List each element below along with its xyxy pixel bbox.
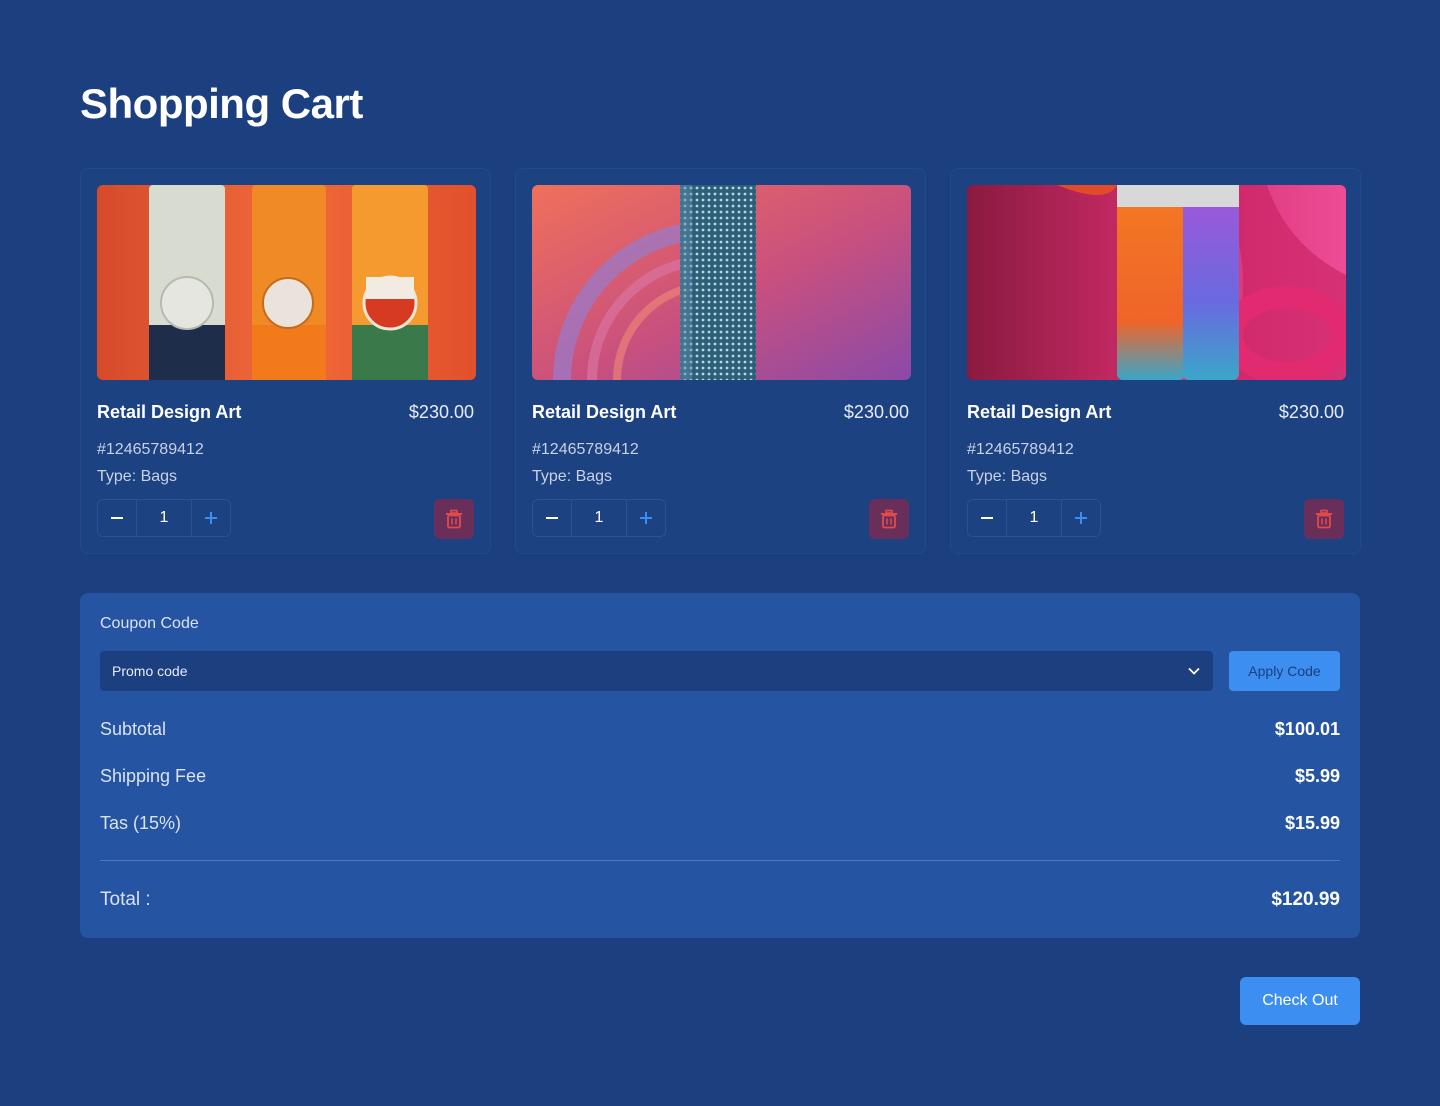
decrease-quantity-button[interactable] [968, 500, 1006, 536]
quantity-stepper: 1 [967, 499, 1101, 537]
product-price: $230.00 [408, 402, 474, 422]
quantity-value[interactable]: 1 [571, 500, 627, 536]
trash-icon [1316, 509, 1332, 529]
product-name: Retail Design Art [532, 402, 677, 422]
subtotal-label: Subtotal [100, 719, 167, 739]
trash-icon [881, 509, 897, 529]
quantity-stepper: 1 [532, 499, 666, 537]
cart-item-card: Retail Design Art $230.00 #12465789412 T… [515, 168, 926, 554]
product-price: $230.00 [1278, 402, 1344, 422]
product-price: $230.00 [843, 402, 909, 422]
cart-item-card: Retail Design Art $230.00 #12465789412 T… [950, 168, 1361, 554]
quantity-stepper: 1 [97, 499, 231, 537]
product-sku: #12465789412 [532, 441, 639, 458]
tax-label: Tas (15%) [100, 813, 182, 833]
plus-icon [640, 512, 652, 524]
cart-items: Retail Design Art $230.00 #12465789412 T… [80, 168, 1361, 554]
product-sku: #12465789412 [97, 441, 204, 458]
promo-code-placeholder: Promo code [112, 663, 188, 679]
total-row: Total : $120.99 [100, 889, 1340, 911]
delete-item-button[interactable] [1304, 499, 1344, 539]
plus-icon [1075, 512, 1087, 524]
increase-quantity-button[interactable] [192, 500, 230, 536]
product-sku: #12465789412 [967, 441, 1074, 458]
order-summary: Coupon Code Promo code Apply Code Subtot… [80, 593, 1360, 938]
total-label: Total : [100, 889, 151, 910]
delete-item-button[interactable] [869, 499, 909, 539]
checkout-button[interactable]: Check Out [1240, 977, 1360, 1025]
coupon-label: Coupon Code [100, 615, 199, 632]
minus-icon [981, 517, 993, 519]
product-name: Retail Design Art [967, 402, 1112, 422]
product-type: Type: Bags [97, 468, 178, 485]
minus-icon [546, 517, 558, 519]
promo-code-select[interactable]: Promo code [100, 651, 1213, 691]
delete-item-button[interactable] [434, 499, 474, 539]
product-type: Type: Bags [532, 468, 613, 485]
page-title: Shopping Cart [80, 80, 363, 127]
shipping-label: Shipping Fee [100, 766, 207, 786]
decrease-quantity-button[interactable] [533, 500, 571, 536]
apply-code-button[interactable]: Apply Code [1229, 651, 1340, 691]
shipping-value: $5.99 [1294, 766, 1340, 786]
plus-icon [205, 512, 217, 524]
product-name: Retail Design Art [97, 402, 242, 422]
tax-row: Tas (15%) $15.99 [100, 813, 1340, 834]
quantity-value[interactable]: 1 [1006, 500, 1062, 536]
divider [100, 860, 1340, 861]
increase-quantity-button[interactable] [1062, 500, 1100, 536]
product-type: Type: Bags [967, 468, 1048, 485]
decrease-quantity-button[interactable] [98, 500, 136, 536]
shipping-row: Shipping Fee $5.99 [100, 766, 1340, 787]
cart-item-card: Retail Design Art $230.00 #12465789412 T… [80, 168, 491, 554]
chevron-down-icon [1188, 667, 1200, 675]
quantity-value[interactable]: 1 [136, 500, 192, 536]
trash-icon [446, 509, 462, 529]
tax-value: $15.99 [1284, 813, 1340, 833]
subtotal-row: Subtotal $100.01 [100, 719, 1340, 740]
total-value: $120.99 [1271, 889, 1340, 910]
increase-quantity-button[interactable] [627, 500, 665, 536]
product-image[interactable] [97, 185, 476, 380]
minus-icon [111, 517, 123, 519]
product-image[interactable] [532, 185, 911, 380]
subtotal-value: $100.01 [1274, 719, 1340, 739]
product-image[interactable] [967, 185, 1346, 380]
